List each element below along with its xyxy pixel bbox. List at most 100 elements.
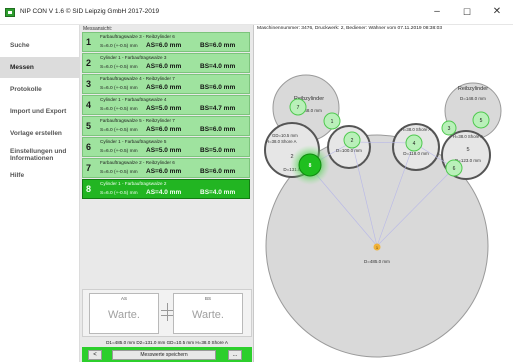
- sidebar-item-messen[interactable]: Messen: [0, 57, 80, 78]
- svg-text:1: 1: [331, 119, 334, 125]
- contact-point-2[interactable]: 2: [343, 131, 361, 149]
- window-title: NIP CON V 1.6 © SID Leipzig GmbH 2017-20…: [20, 8, 160, 15]
- more-options-button[interactable]: ...: [228, 350, 242, 360]
- sidebar-item-vorlage-erstellen[interactable]: Vorlage erstellen: [0, 123, 80, 144]
- as-gauge-label: AS: [120, 296, 127, 301]
- row-bs-value: BS=6.0 mm: [200, 42, 236, 49]
- row-number: 1: [86, 37, 92, 47]
- row-number: 3: [86, 79, 92, 89]
- cylinder-1-diameter: D=485.0 mm: [364, 259, 390, 264]
- svg-text:4: 4: [413, 141, 416, 147]
- row-roll-pair: Farbauftragswalze 5 - Reibzylinder 7: [100, 118, 175, 123]
- row-as-value: AS=6.0 mm: [146, 126, 182, 133]
- bottom-toolbar: < Messwerte speichern ...: [82, 347, 252, 362]
- svg-text:5: 5: [480, 118, 483, 124]
- row-as-value: AS=5.0 mm: [146, 105, 182, 112]
- bs-gauge-value: Warte.: [192, 309, 224, 321]
- row-setpoint: S=6.0 (+-0.5) mm: [100, 65, 138, 70]
- sidebar-item-protokolle[interactable]: Protokolle: [0, 79, 80, 100]
- roller-2-hardness: H=38.0 Shore A: [266, 139, 297, 144]
- roller-diagram-panel: Maschinennummer: 3476, Druckwerk: 2, Bed…: [254, 25, 513, 362]
- contact-point-4[interactable]: 4: [405, 134, 423, 152]
- row-as-value: AS=6.0 mm: [146, 168, 182, 175]
- row-number: 5: [86, 121, 92, 131]
- contact-point-6[interactable]: 6: [445, 159, 463, 177]
- row-roll-pair: Farbauftragswalze 2 - Reibzylinder 6: [100, 160, 175, 165]
- measurement-row[interactable]: 5 Farbauftragswalze 5 - Reibzylinder 7 S…: [82, 116, 250, 136]
- svg-text:3: 3: [448, 126, 451, 132]
- row-number: 4: [86, 100, 92, 110]
- title-bar: NIP CON V 1.6 © SID Leipzig GmbH 2017-20…: [0, 0, 513, 25]
- contact-point-7[interactable]: 7: [289, 98, 307, 116]
- as-gauge-value: Warte.: [108, 309, 140, 321]
- row-as-value: AS=5.0 mm: [146, 147, 182, 154]
- measurement-row-selected[interactable]: 8 Cylinder 1 - Farbauftragswalze 2 S=6.0…: [82, 179, 250, 199]
- bs-gauge-label: BS: [204, 296, 211, 301]
- row-number: 6: [86, 142, 92, 152]
- gauge-area: AS Warte. BS Warte.: [82, 289, 252, 337]
- measurement-row[interactable]: 3 Farbauftragswalze 4 - Reibzylinder 7 S…: [82, 74, 250, 94]
- row-bs-value: BS=5.0 mm: [200, 147, 236, 154]
- row-bs-value: BS=6.0 mm: [200, 126, 236, 133]
- row-as-value: AS=6.0 mm: [146, 84, 182, 91]
- row-bs-value: BS=6.0 mm: [200, 84, 236, 91]
- reibzylinder-right-diameter: D=148.0 mm: [460, 96, 486, 101]
- row-setpoint: S=6.0 (+-0.5) mm: [100, 170, 138, 175]
- row-setpoint: S=6.0 (+-0.5) mm: [100, 107, 138, 112]
- row-roll-pair: Farbauftragswalze 4 - Reibzylinder 7: [100, 76, 175, 81]
- row-number: 8: [86, 184, 92, 194]
- row-bs-value: BS=4.0 mm: [200, 63, 236, 70]
- bs-gauge: BS Warte.: [173, 293, 243, 334]
- roller-diagram: Reibzylinder D=148.0 mm GD=10.5 mm H=38.…: [264, 74, 502, 358]
- roller-3-diameter: D=100.0 mm: [336, 148, 362, 153]
- sidebar-item-suche[interactable]: Suche: [0, 35, 80, 56]
- as-gauge: AS Warte.: [89, 293, 159, 334]
- app-logo-icon: [5, 8, 15, 17]
- sidebar-item-hilfe[interactable]: Hilfe: [0, 165, 80, 186]
- dimensions-text: D1=485.0 mm D2=131.0 mm GD=10.5 mm H=38.…: [106, 340, 228, 345]
- row-as-value: AS=6.0 mm: [146, 42, 182, 49]
- close-button[interactable]: ✕: [486, 4, 508, 20]
- row-roll-pair: Farbauftragswalze 3 - Reibzylinder 6: [100, 34, 175, 39]
- roller-4-hardness: H=38.0 Shore A: [401, 127, 432, 132]
- sidebar: Suche Messen Protokolle Import und Expor…: [0, 25, 80, 362]
- row-bs-value: BS=4.0 mm: [200, 189, 236, 196]
- sidebar-item-einstellungen[interactable]: Einstellungen und Informationen: [0, 143, 80, 167]
- contact-point-5[interactable]: 5: [472, 111, 490, 129]
- contact-point-8-active[interactable]: 8: [290, 145, 330, 185]
- row-as-value: AS=4.0 mm: [146, 189, 182, 196]
- svg-text:6: 6: [453, 166, 456, 172]
- row-number: 2: [86, 58, 92, 68]
- contact-point-3[interactable]: 3: [441, 120, 457, 136]
- measurement-row[interactable]: 4 Cylinder 1 - Farbauftragswalze 4 S=6.0…: [82, 95, 250, 115]
- save-measurements-button[interactable]: Messwerte speichern: [112, 350, 216, 360]
- reibzylinder-right-name: Reibzylinder: [458, 86, 488, 92]
- roller-5-number: 5: [466, 147, 469, 153]
- row-roll-pair: Cylinder 1 - Farbauftragswalze 4: [100, 97, 167, 102]
- measurement-row[interactable]: 2 Cylinder 1 - Farbauftragswalze 3 S=6.0…: [82, 53, 250, 73]
- row-setpoint: S=6.0 (+-0.5) mm: [100, 44, 138, 49]
- contact-point-1[interactable]: 1: [323, 112, 341, 130]
- svg-text:8: 8: [309, 163, 312, 169]
- row-bs-value: BS=4.7 mm: [200, 105, 236, 112]
- minimize-button[interactable]: –: [426, 4, 448, 20]
- row-roll-pair: Cylinder 1 - Farbauftragswalze 5: [100, 139, 167, 144]
- row-roll-pair: Cylinder 1 - Farbauftragswalze 2: [100, 181, 167, 186]
- maximize-button[interactable]: ☐: [456, 4, 478, 20]
- measurement-row[interactable]: 7 Farbauftragswalze 2 - Reibzylinder 6 S…: [82, 158, 250, 178]
- row-bs-value: BS=6.0 mm: [200, 168, 236, 175]
- row-as-value: AS=6.0 mm: [146, 63, 182, 70]
- row-setpoint: S=6.0 (+-0.5) mm: [100, 86, 138, 91]
- row-setpoint: S=6.0 (+-0.5) mm: [100, 149, 138, 154]
- roller-5-hardness: H=38.0 Shore A: [453, 134, 484, 139]
- measurement-row[interactable]: 6 Cylinder 1 - Farbauftragswalze 5 S=6.0…: [82, 137, 250, 157]
- roller-2-gd: GD=10.5 mm: [272, 133, 298, 138]
- svg-text:2: 2: [351, 138, 354, 144]
- row-number: 7: [86, 163, 92, 173]
- measurement-row[interactable]: 1 Farbauftragswalze 3 - Reibzylinder 6 S…: [82, 32, 250, 52]
- roller-4-diameter: D=118.0 mm: [403, 151, 429, 156]
- row-setpoint: S=6.0 (+-0.5) mm: [100, 128, 138, 133]
- previous-button[interactable]: <: [88, 350, 102, 360]
- sidebar-item-import-export[interactable]: Import und Export: [0, 101, 80, 122]
- row-setpoint: S=6.0 (+-0.5) mm: [100, 191, 138, 196]
